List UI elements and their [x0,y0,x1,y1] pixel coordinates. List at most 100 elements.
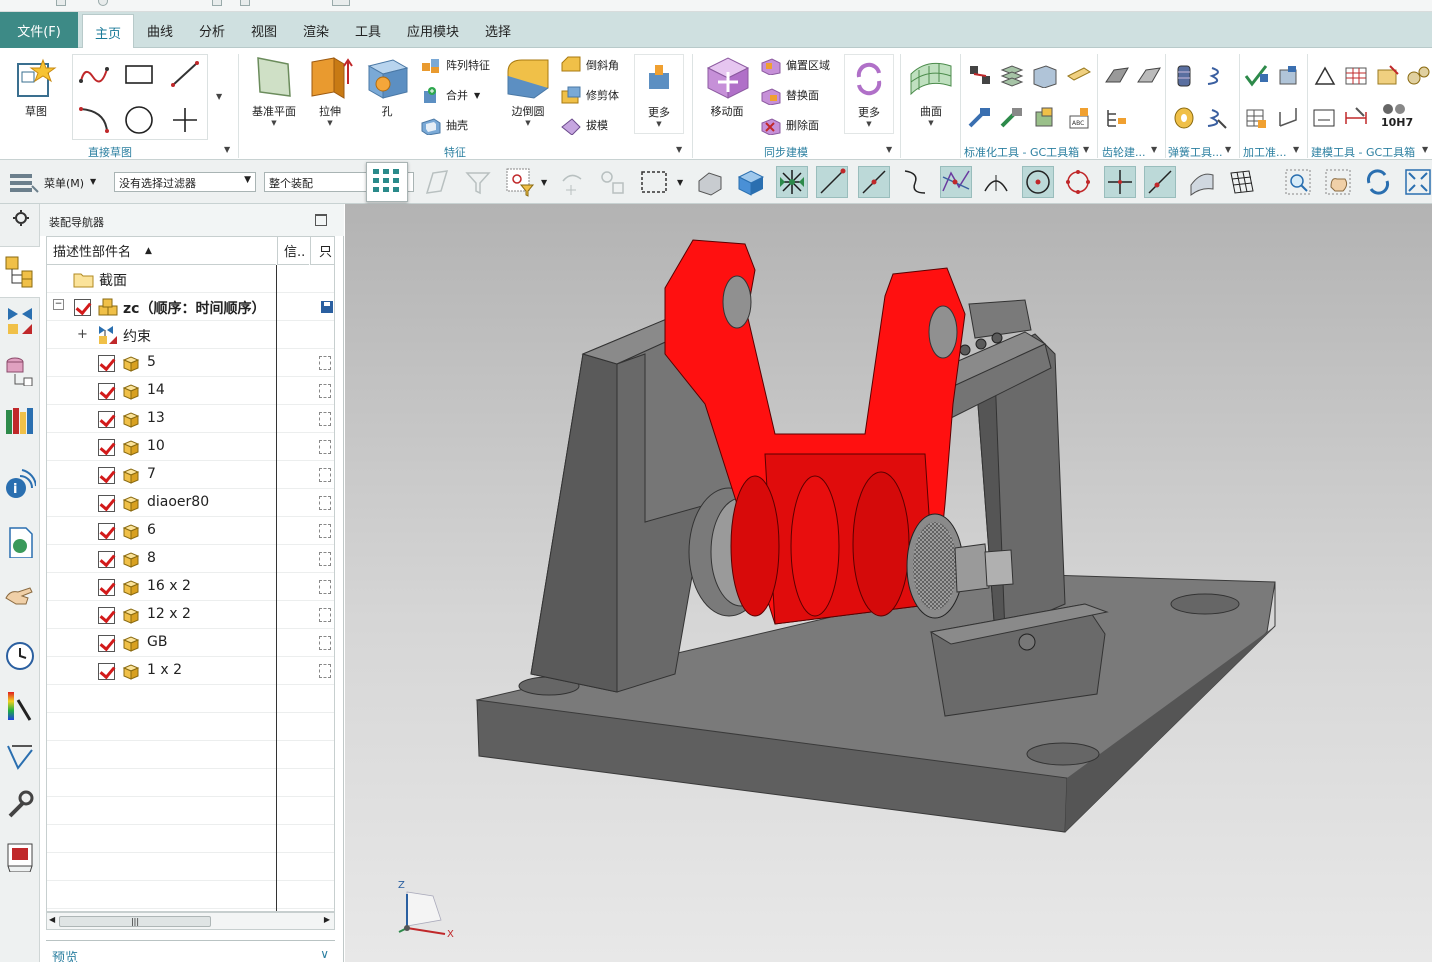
preview-panel[interactable]: 预览 ∨ [46,940,335,962]
tree-row-component[interactable]: 16 x 2 [47,573,334,601]
move-face-button[interactable]: 移动面 [702,54,752,119]
column-header-info[interactable]: 信.. [277,237,309,265]
info-icon[interactable]: i [4,466,36,498]
sync-more-button[interactable]: 更多 ▼ [844,54,894,134]
chain-faded-icon[interactable] [596,166,628,198]
graphics-viewport[interactable]: Z X [345,204,1432,962]
tab-render[interactable]: 渲染 [296,12,336,48]
dropdown-arrow-icon[interactable]: ▼ [677,178,683,187]
tree-row-component[interactable]: 10 [47,433,334,461]
visibility-checkbox[interactable] [98,635,115,652]
web-browser-icon[interactable] [4,526,36,558]
tree-row-component[interactable]: GB [47,629,334,657]
group-dropdown-icon[interactable]: ▼ [886,145,892,154]
rectangle-icon[interactable] [123,63,155,87]
chamfer-button[interactable]: 倒斜角 [560,54,619,76]
spring-remove-icon[interactable] [1204,106,1230,130]
view-section-icon[interactable] [694,166,726,198]
tree-row-component[interactable]: 13 [47,405,334,433]
visibility-checkbox[interactable] [98,439,115,456]
undo-icon[interactable] [98,0,108,6]
snap-grid-icon[interactable] [1226,166,1258,198]
snap-control-point-icon[interactable] [898,166,930,198]
tab-analysis[interactable]: 分析 [192,12,232,48]
horizontal-scrollbar[interactable]: ◀ ||| ▶ [46,912,335,930]
grid-table-icon[interactable] [1344,64,1370,88]
tree-row-section[interactable]: 截面 [47,265,334,293]
chevron-down-icon[interactable]: ∨ [320,947,329,961]
group-dropdown-icon[interactable]: ▼ [676,145,682,154]
combine-button[interactable]: 合并 ▼ [420,84,480,106]
sketch-gallery-dropdown[interactable]: ▼ [216,92,222,101]
group-dropdown-icon[interactable]: ▼ [1422,145,1428,154]
tab-application[interactable]: 应用模块 [400,12,466,48]
menu-button[interactable]: 菜单(M) [44,175,84,191]
scroll-right-icon[interactable]: ▶ [324,915,330,924]
funnel-faded-icon[interactable] [462,166,494,198]
drawing-sheet-icon[interactable] [1312,106,1338,130]
gear-list-icon[interactable] [1104,106,1130,130]
assembly-navigator-tab[interactable] [0,246,40,298]
maximize-icon[interactable] [315,214,327,226]
file-menu-button[interactable]: 文件(F) [0,12,78,48]
snap-point-on-face-icon[interactable] [1186,166,1218,198]
visibility-checkbox[interactable] [98,663,115,680]
fit-view-icon[interactable] [1402,166,1432,198]
gc-hole-table-icon[interactable] [1032,106,1058,130]
type-filter-popup[interactable] [366,162,408,202]
group-dropdown-icon[interactable]: ▼ [1293,145,1299,154]
snap-existing-point-icon[interactable] [1104,166,1136,198]
machining-axis-icon[interactable] [1276,106,1302,130]
tab-select[interactable]: 选择 [478,12,518,48]
tree-row-constraints[interactable]: + 约束 [47,321,334,349]
datum-plane-button[interactable]: 基准平面 ▼ [248,54,300,127]
tools-wrench-icon[interactable] [4,788,36,820]
tab-home[interactable]: 主页 [82,14,134,49]
rotate-view-icon[interactable] [1362,166,1394,198]
group-dropdown-icon[interactable]: ▼ [1151,145,1157,154]
snap-circle-center-icon[interactable] [1022,166,1054,198]
gear-spur-icon[interactable] [1104,64,1130,88]
visibility-checkbox[interactable] [98,411,115,428]
dropdown-arrow-icon[interactable]: ▼ [541,178,547,187]
offset-region-button[interactable]: 偏置区域 [760,54,830,76]
shell-button[interactable]: 抽壳 [420,114,468,136]
profile-icon[interactable] [77,61,111,89]
tree-row-component[interactable]: 1 x 2 [47,657,334,685]
gc-abc-icon[interactable]: ABC [1066,106,1092,130]
scroll-left-icon[interactable]: ◀ [49,915,55,924]
paste-icon[interactable] [240,0,250,6]
dimension-icon[interactable] [1344,106,1370,130]
snap-point-on-curve-icon[interactable] [1144,166,1176,198]
palette-icon[interactable] [4,690,36,722]
surface-button[interactable]: 曲面 ▼ [906,54,956,127]
edge-blend-button[interactable]: 边倒圆 ▼ [502,54,554,127]
undo-select-faded-icon[interactable] [556,166,588,198]
settings-gear-icon[interactable] [4,206,36,238]
machining-table-icon[interactable] [1244,106,1270,130]
scrollbar-thumb[interactable]: ||| [59,916,211,927]
group-dropdown-icon[interactable]: ▼ [1083,145,1089,154]
gc-hammer-icon[interactable] [968,106,994,130]
arc-icon[interactable] [77,105,111,135]
visibility-checkbox[interactable] [98,495,115,512]
spring-compression-icon[interactable] [1204,64,1230,88]
collapse-toggle-icon[interactable]: − [53,299,64,310]
snap-quadrant-icon[interactable] [1062,166,1094,198]
tree-row-root[interactable]: − zc（顺序：时间顺序） [47,293,334,321]
triangle-icon[interactable] [1312,64,1338,88]
zoom-window-icon[interactable] [1282,166,1314,198]
delete-face-button[interactable]: 删除面 [760,114,819,136]
selection-filter-funnel-icon[interactable] [504,166,536,198]
manufacturing-icon[interactable] [4,840,36,872]
tree-row-component[interactable]: 5 [47,349,334,377]
tab-tools[interactable]: 工具 [348,12,388,48]
gc-layers-icon[interactable] [1000,64,1026,88]
gears-icon[interactable] [1406,64,1432,88]
column-header-name[interactable]: 描述性部件名 ▲ [47,237,276,265]
visibility-checkbox[interactable] [74,299,91,316]
tree-row-component[interactable]: 8 [47,545,334,573]
frame-icon[interactable] [1376,64,1402,88]
tree-row-component[interactable]: 14 [47,377,334,405]
save-icon[interactable] [56,0,66,6]
